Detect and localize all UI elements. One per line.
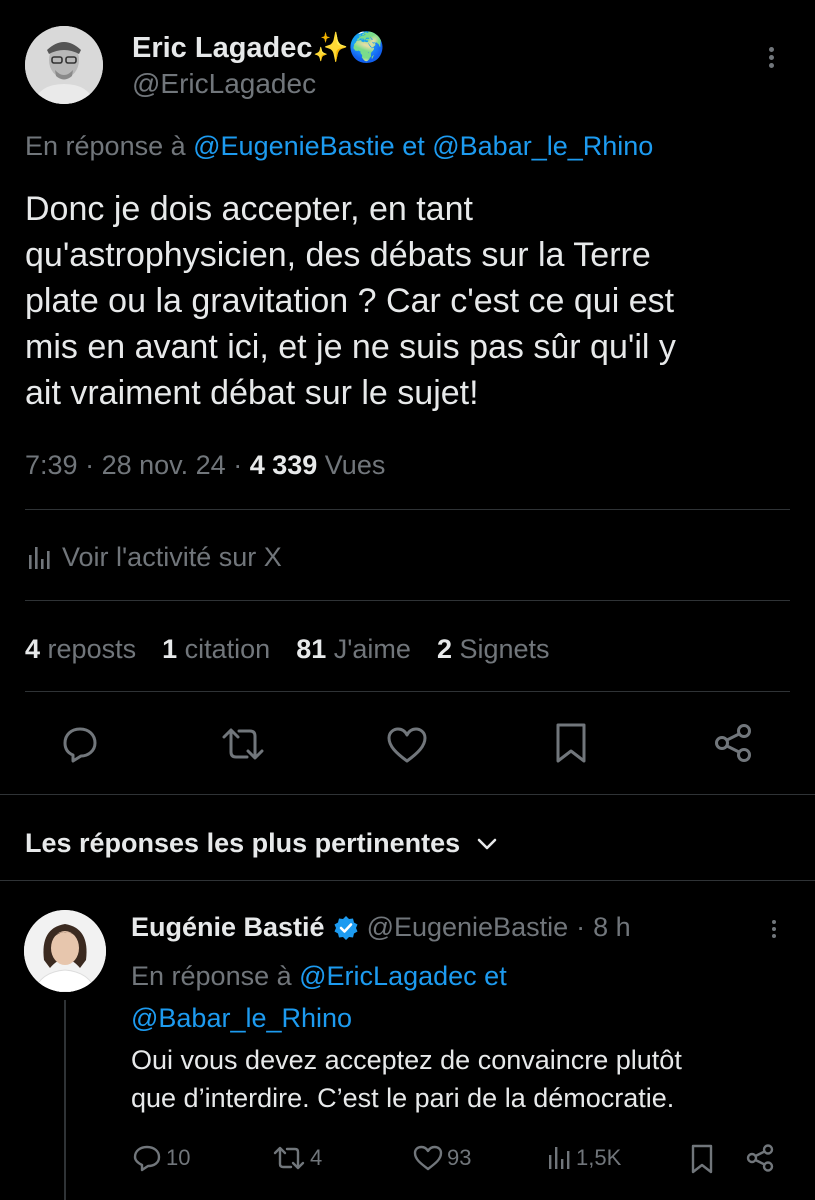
views-label: Vues — [324, 450, 386, 480]
reply-icon[interactable] — [60, 724, 100, 764]
reply-views-button[interactable]: 1,5K — [548, 1145, 621, 1171]
divider — [25, 509, 790, 510]
reply-joiner: et — [484, 961, 507, 991]
author-name[interactable]: Eric Lagadec✨🌍 — [132, 31, 385, 65]
like-icon — [413, 1145, 443, 1171]
engagement-stats: 4 reposts 1 citation 81 J'aime 2 Signets — [25, 634, 550, 665]
reply-context: En réponse à @EugenieBastie et @Babar_le… — [25, 131, 653, 162]
divider — [0, 880, 815, 881]
quotes-label: citation — [184, 634, 271, 664]
reply-prefix: En réponse à — [131, 961, 292, 991]
likes-count: 81 — [296, 634, 327, 664]
reply-age[interactable]: 8 h — [593, 912, 631, 943]
reply-joiner: et — [402, 131, 425, 161]
chevron-down-icon — [476, 837, 498, 851]
share-icon[interactable] — [712, 722, 754, 764]
share-icon[interactable] — [745, 1143, 775, 1173]
reply-repost-button[interactable]: 4 — [272, 1144, 322, 1172]
quotes-stat[interactable]: 1 citation — [162, 634, 270, 665]
reply-prefix: En réponse à — [25, 131, 186, 161]
reposts-count: 4 — [25, 634, 41, 664]
views-count: 4 339 — [249, 450, 318, 480]
reply-author-handle[interactable]: @EugenieBastie — [367, 912, 569, 943]
more-options-icon[interactable] — [769, 44, 774, 71]
reply-like-button[interactable]: 93 — [413, 1145, 471, 1171]
author-emoji: ✨🌍 — [312, 32, 385, 64]
divider — [0, 794, 815, 795]
view-activity-link[interactable]: Voir l'activité sur X — [28, 542, 282, 573]
replies-count: 10 — [166, 1145, 191, 1170]
mention-link[interactable]: @Babar_le_Rhino — [432, 131, 653, 161]
bookmark-icon[interactable] — [554, 722, 588, 764]
reply-header: Eugénie Bastié @EugenieBastie · 8 h — [131, 912, 631, 943]
bookmarks-stat[interactable]: 2 Signets — [437, 634, 550, 665]
reply-text-line: Oui vous devez acceptez de convaincre pl… — [131, 1045, 682, 1075]
reposts-label: reposts — [47, 634, 137, 664]
tweet-text-line: Donc je dois accepter, en tant — [25, 190, 473, 228]
likes-label: J'aime — [333, 634, 411, 664]
tweet-text: Donc je dois accepter, en tant qu'astrop… — [25, 186, 805, 416]
repost-icon — [272, 1144, 306, 1172]
reply-author-name[interactable]: Eugénie Bastié — [131, 912, 325, 943]
verified-badge-icon — [333, 915, 359, 941]
tweet-text-line: ait vraiment débat sur le sujet! — [25, 374, 479, 412]
likes-stat[interactable]: 81 J'aime — [296, 634, 411, 665]
mention-link[interactable]: @EricLagadec — [299, 961, 477, 991]
author-name-text[interactable]: Eric Lagadec — [132, 32, 313, 64]
replies-sort-dropdown[interactable]: Les réponses les plus pertinentes — [25, 828, 498, 859]
reply-context: En réponse à @EricLagadec et @Babar_le_R… — [131, 955, 791, 1039]
bookmarks-count: 2 — [436, 634, 452, 664]
bookmark-icon[interactable] — [690, 1144, 714, 1174]
separator: · — [576, 912, 586, 942]
mention-link[interactable]: @Babar_le_Rhino — [131, 1003, 352, 1033]
quotes-count: 1 — [162, 634, 178, 664]
view-activity-label: Voir l'activité sur X — [62, 542, 282, 572]
tweet-date[interactable]: 28 nov. 24 — [102, 450, 226, 480]
reply-author-avatar[interactable] — [24, 910, 106, 992]
tweet-text-line: mis en avant ici, et je ne suis pas sûr … — [25, 328, 676, 366]
bookmarks-label: Signets — [459, 634, 550, 664]
divider — [25, 691, 790, 692]
views-count: 1,5K — [576, 1145, 622, 1170]
like-icon[interactable] — [386, 726, 428, 764]
repost-icon[interactable] — [220, 724, 266, 764]
reposts-count: 4 — [310, 1145, 323, 1170]
tweet-meta: 7:39 · 28 nov. 24 · 4 339 Vues — [25, 450, 386, 480]
tweet-text-line: plate ou la gravitation ? Car c'est ce q… — [25, 282, 675, 320]
more-options-icon[interactable] — [772, 917, 776, 941]
thread-line — [64, 1000, 66, 1200]
reply-replies-button[interactable]: 10 — [132, 1144, 190, 1172]
divider — [25, 600, 790, 601]
tweet-text-line: qu'astrophysicien, des débats sur la Ter… — [25, 236, 651, 274]
analytics-icon — [28, 545, 52, 571]
likes-count: 93 — [447, 1145, 472, 1170]
author-avatar[interactable] — [25, 26, 103, 104]
mention-link[interactable]: @EugenieBastie — [193, 131, 395, 161]
reply-text-line: que d’interdire. C’est le pari de la dém… — [131, 1083, 675, 1113]
reposts-stat[interactable]: 4 reposts — [25, 634, 136, 665]
reply-icon — [132, 1144, 162, 1172]
reply-text: Oui vous devez acceptez de convaincre pl… — [131, 1041, 801, 1117]
replies-sort-label: Les réponses les plus pertinentes — [25, 828, 461, 858]
tweet-time[interactable]: 7:39 — [25, 450, 78, 480]
analytics-icon — [548, 1145, 572, 1171]
author-handle[interactable]: @EricLagadec — [132, 68, 316, 100]
